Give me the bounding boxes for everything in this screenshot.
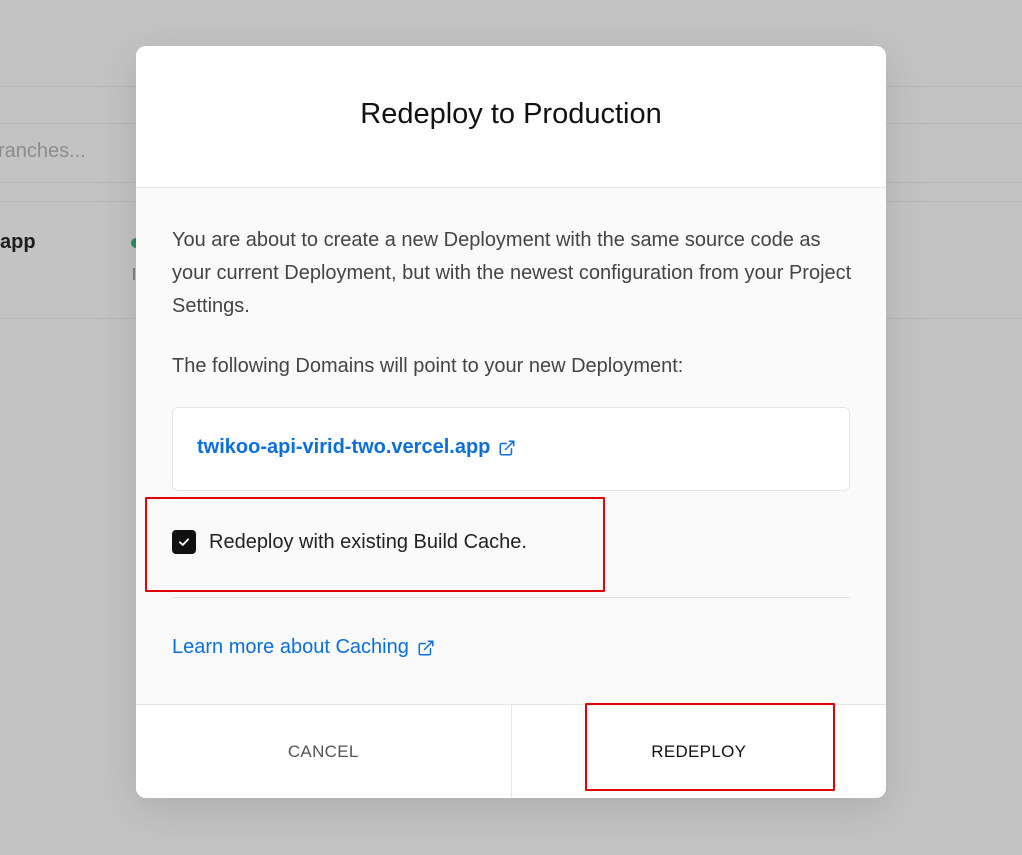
- external-link-icon: [417, 639, 435, 657]
- cancel-button[interactable]: CANCEL: [136, 705, 512, 798]
- learn-more-label: Learn more about Caching: [172, 636, 409, 658]
- modal-description: You are about to create a new Deployment…: [172, 229, 852, 317]
- external-link-icon: [498, 439, 516, 457]
- domains-intro-text: The following Domains will point to your…: [172, 355, 684, 377]
- domain-link[interactable]: twikoo-api-virid-two.vercel.app: [197, 436, 516, 459]
- background-project-name: app: [0, 231, 36, 253]
- domain-link-label: twikoo-api-virid-two.vercel.app: [197, 436, 491, 458]
- domains-list: twikoo-api-virid-two.vercel.app: [172, 407, 850, 491]
- section-divider: [172, 597, 850, 598]
- modal-header: Redeploy to Production: [136, 46, 886, 188]
- modal-title: Redeploy to Production: [360, 98, 662, 130]
- redeploy-modal: Redeploy to Production You are about to …: [136, 46, 886, 798]
- annotation-highlight-box: [145, 497, 605, 592]
- annotation-highlight-box: [585, 703, 835, 791]
- background-branch-search-text: ranches...: [0, 140, 86, 162]
- learn-more-caching-link[interactable]: Learn more about Caching: [172, 636, 435, 659]
